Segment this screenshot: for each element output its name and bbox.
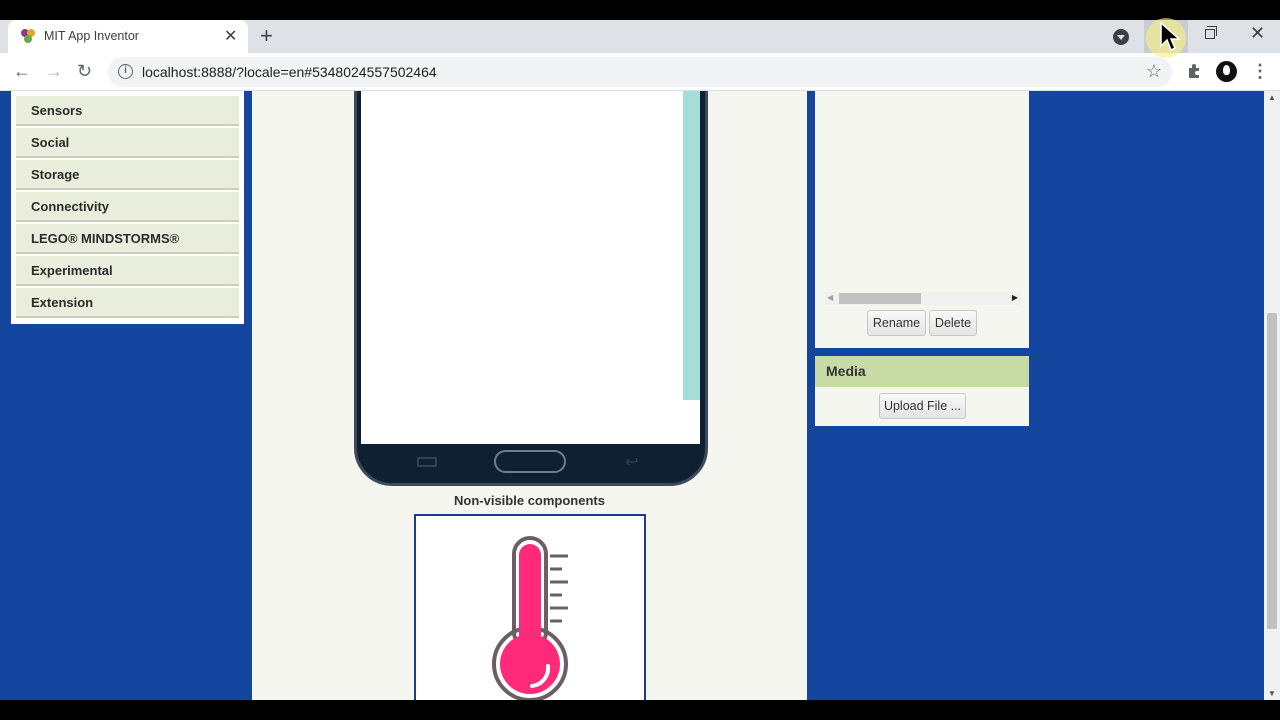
palette-item-social[interactable]: Social xyxy=(16,128,239,158)
home-button-icon xyxy=(494,450,566,473)
app-frame: MIT App Inventor ✕ + ✕ ← → ↻ i localhost… xyxy=(0,0,1280,720)
back-icon[interactable]: ← xyxy=(13,61,31,82)
profile-avatar-icon[interactable] xyxy=(1216,61,1237,82)
site-info-icon[interactable]: i xyxy=(118,64,133,79)
address-bar: ← → ↻ i localhost:8888/?locale=en#534802… xyxy=(0,53,1280,91)
recent-apps-icon xyxy=(417,457,437,467)
bottom-letterbox xyxy=(0,700,1280,720)
tab-strip: MIT App Inventor ✕ + ✕ xyxy=(0,20,1280,53)
tab-title: MIT App Inventor xyxy=(44,29,139,43)
browser-tab[interactable]: MIT App Inventor ✕ xyxy=(8,20,248,53)
extensions-puzzle-icon[interactable] xyxy=(1186,63,1202,79)
rename-button[interactable]: Rename xyxy=(867,310,926,336)
screen-scroll-strip xyxy=(683,91,700,400)
palette-item-connectivity[interactable]: Connectivity xyxy=(16,192,239,222)
vertical-scrollbar[interactable]: ▲ ▼ xyxy=(1264,91,1280,700)
restore-icon[interactable] xyxy=(1205,26,1217,39)
horizontal-scroll-thumb[interactable] xyxy=(839,293,921,304)
palette-item-lego-mindstorms[interactable]: LEGO® MINDSTORMS® xyxy=(16,224,239,254)
scroll-right-icon[interactable]: ▶ xyxy=(1012,293,1018,302)
browser-menu-icon[interactable]: ⋮ xyxy=(1251,61,1269,82)
scroll-down-icon[interactable]: ▼ xyxy=(1268,689,1276,698)
horizontal-scrollbar[interactable]: ◀ ▶ xyxy=(825,292,1021,305)
app-inventor-page: Sensors Social Storage Connectivity LEGO… xyxy=(0,91,1264,700)
forward-icon[interactable]: → xyxy=(45,61,63,82)
url-text: localhost:8888/?locale=en#53480245575024… xyxy=(142,64,437,80)
window-close-icon[interactable]: ✕ xyxy=(1250,23,1265,44)
tab-close-icon[interactable]: ✕ xyxy=(224,26,237,46)
palette-panel: Sensors Social Storage Connectivity LEGO… xyxy=(11,91,244,324)
media-panel: Media Upload File ... xyxy=(815,356,1029,426)
palette-item-experimental[interactable]: Experimental xyxy=(16,256,239,286)
nonvisible-components-label: Non-visible components xyxy=(454,493,605,508)
palette-item-storage[interactable]: Storage xyxy=(16,160,239,190)
components-panel: ◀ ▶ Rename Delete xyxy=(815,91,1029,348)
mouse-pointer-icon xyxy=(1160,22,1181,52)
delete-button[interactable]: Delete xyxy=(929,310,977,336)
new-tab-icon[interactable]: + xyxy=(260,23,273,49)
scroll-up-icon[interactable]: ▲ xyxy=(1268,93,1276,102)
bookmark-star-icon[interactable]: ☆ xyxy=(1146,61,1162,82)
palette-item-sensors[interactable]: Sensors xyxy=(16,96,239,126)
thermometer-icon xyxy=(492,536,568,700)
app-inventor-favicon-icon xyxy=(21,29,35,43)
phone-back-icon: ↩ xyxy=(625,454,639,471)
reload-icon[interactable]: ↻ xyxy=(77,61,92,82)
phone-screen[interactable] xyxy=(361,91,700,444)
palette-item-extension[interactable]: Extension xyxy=(16,288,239,318)
top-letterbox xyxy=(0,0,1280,20)
media-header: Media xyxy=(815,356,1029,387)
upload-file-button[interactable]: Upload File ... xyxy=(879,393,966,419)
viewer-panel: ↩ Non-visible components xyxy=(252,91,807,700)
tab-search-icon[interactable] xyxy=(1113,29,1129,45)
phone-mockup: ↩ xyxy=(354,91,708,486)
nonvisible-component-tile[interactable] xyxy=(414,514,646,700)
url-input[interactable]: i localhost:8888/?locale=en#534802455750… xyxy=(108,57,1172,87)
vertical-scroll-thumb[interactable] xyxy=(1267,313,1277,629)
scroll-left-icon[interactable]: ◀ xyxy=(827,293,833,302)
